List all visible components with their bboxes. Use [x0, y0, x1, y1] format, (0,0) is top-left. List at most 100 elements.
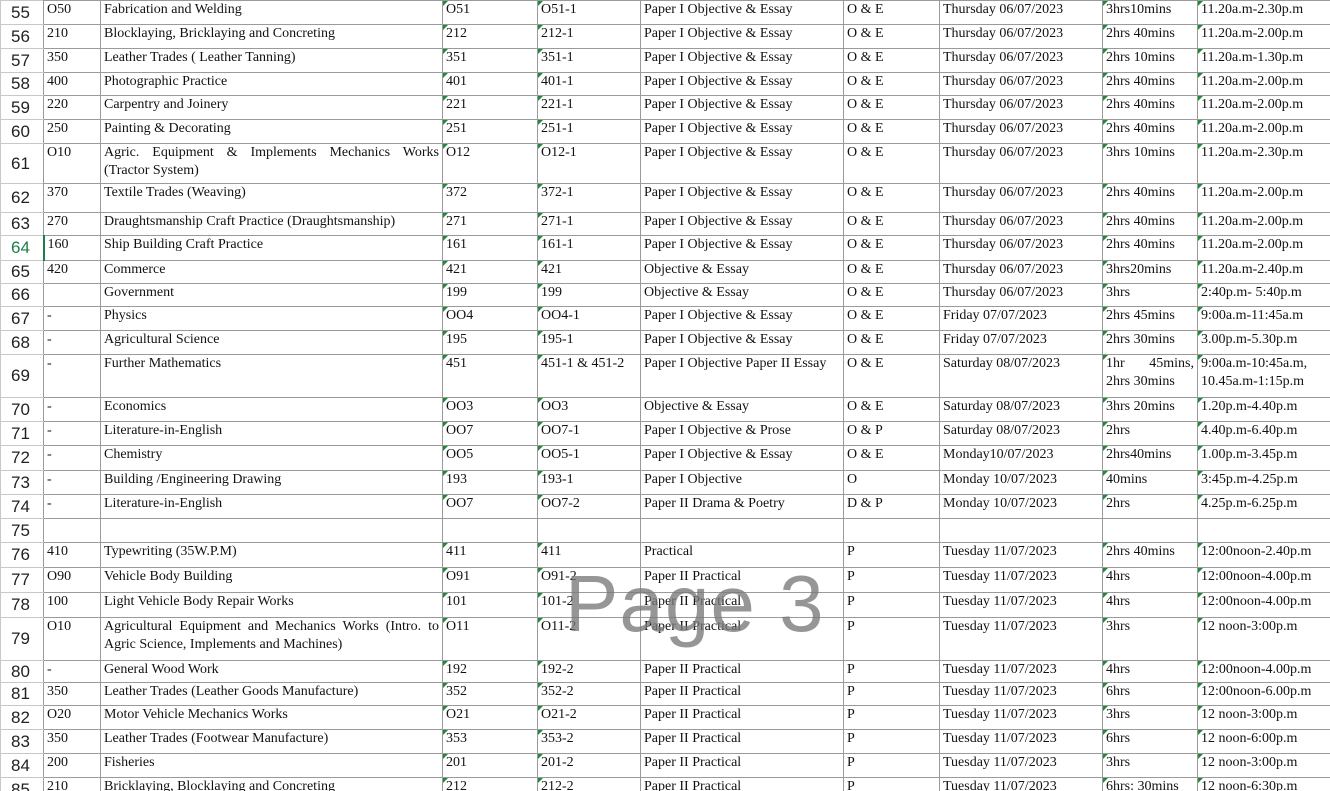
row-header[interactable]: 68 [0, 330, 44, 355]
paper-code-cell[interactable]: 372 [442, 183, 538, 213]
date-cell[interactable]: Tuesday 11/07/2023 [939, 592, 1103, 618]
duration-cell[interactable]: 2hrs 40mins [1102, 542, 1198, 568]
mode-cell[interactable]: O & E [843, 143, 940, 184]
row-header[interactable]: 69 [0, 354, 44, 398]
paper-type-cell[interactable] [640, 518, 844, 543]
paper-code-cell[interactable]: 221 [442, 95, 538, 120]
row-header[interactable]: 62 [0, 183, 44, 213]
time-cell[interactable]: 11.20a.m-2.00p.m [1197, 235, 1330, 261]
code-cell[interactable]: 220 [43, 95, 101, 120]
code-cell[interactable]: 350 [43, 682, 101, 706]
paper-type-cell[interactable]: Paper I Objective & Essay [640, 183, 844, 213]
code-cell[interactable]: - [43, 660, 101, 683]
paper-code-cell[interactable]: 352 [442, 682, 538, 706]
row-header[interactable]: 78 [0, 592, 44, 618]
paper-type-cell[interactable]: Paper I Objective & Essay [640, 330, 844, 355]
date-cell[interactable]: Tuesday 11/07/2023 [939, 753, 1103, 778]
paper-code-cell[interactable]: 401 [442, 72, 538, 96]
date-cell[interactable]: Thursday 06/07/2023 [939, 72, 1103, 96]
date-cell[interactable] [939, 518, 1103, 543]
code-cell[interactable] [43, 283, 101, 307]
duration-cell[interactable]: 4hrs [1102, 660, 1198, 683]
date-cell[interactable]: Friday 07/07/2023 [939, 330, 1103, 355]
duration-cell[interactable]: 40mins [1102, 470, 1198, 495]
duration-cell[interactable]: 2hrs 40mins [1102, 24, 1198, 49]
date-cell[interactable]: Thursday 06/07/2023 [939, 260, 1103, 284]
mode-cell[interactable]: P [843, 705, 940, 730]
subject-cell[interactable]: Economics [100, 397, 443, 422]
time-cell[interactable]: 11.20a.m-2.00p.m [1197, 24, 1330, 49]
duration-cell[interactable]: 2hrs 40mins [1102, 72, 1198, 96]
paper-number-cell[interactable]: 421 [537, 260, 641, 284]
paper-type-cell[interactable]: Paper I Objective & Essay [640, 143, 844, 184]
code-cell[interactable] [43, 518, 101, 543]
code-cell[interactable]: O90 [43, 567, 101, 593]
time-cell[interactable]: 12:00noon-6.00p.m [1197, 682, 1330, 706]
duration-cell[interactable]: 3hrs20mins [1102, 260, 1198, 284]
mode-cell[interactable]: P [843, 753, 940, 778]
code-cell[interactable]: 350 [43, 729, 101, 754]
row-header[interactable]: 84 [0, 753, 44, 778]
code-cell[interactable]: O20 [43, 705, 101, 730]
duration-cell[interactable] [1102, 518, 1198, 543]
date-cell[interactable]: Saturday 08/07/2023 [939, 354, 1103, 398]
paper-type-cell[interactable]: Paper II Practical [640, 753, 844, 778]
mode-cell[interactable]: O & E [843, 235, 940, 261]
code-cell[interactable]: O10 [43, 143, 101, 184]
mode-cell[interactable]: O & E [843, 445, 940, 471]
duration-cell[interactable]: 2hrs 40mins [1102, 119, 1198, 144]
duration-cell[interactable]: 2hrs 40mins [1102, 183, 1198, 213]
time-cell[interactable]: 1.00p.m-3.45p.m [1197, 445, 1330, 471]
paper-type-cell[interactable]: Paper II Practical [640, 617, 844, 661]
mode-cell[interactable]: O & E [843, 0, 940, 25]
mode-cell[interactable]: O & P [843, 421, 940, 446]
mode-cell[interactable]: P [843, 567, 940, 593]
time-cell[interactable]: 11.20a.m-1.30p.m [1197, 48, 1330, 73]
paper-type-cell[interactable]: Paper II Drama & Poetry [640, 494, 844, 519]
mode-cell[interactable]: O & E [843, 24, 940, 49]
mode-cell[interactable]: O & E [843, 72, 940, 96]
subject-cell[interactable]: Agric. Equipment & Implements Mechanics … [100, 143, 443, 184]
code-cell[interactable]: - [43, 354, 101, 398]
paper-type-cell[interactable]: Paper I Objective & Essay [640, 235, 844, 261]
subject-cell[interactable]: Literature-in-English [100, 494, 443, 519]
duration-cell[interactable]: 2hrs [1102, 494, 1198, 519]
row-header[interactable]: 81 [0, 682, 44, 706]
date-cell[interactable]: Tuesday 11/07/2023 [939, 660, 1103, 683]
paper-number-cell[interactable]: OO4-1 [537, 306, 641, 331]
time-cell[interactable]: 12:00noon-4.00p.m [1197, 567, 1330, 593]
row-header[interactable]: 72 [0, 445, 44, 471]
mode-cell[interactable]: O & E [843, 283, 940, 307]
subject-cell[interactable] [100, 518, 443, 543]
mode-cell[interactable]: O & E [843, 306, 940, 331]
paper-code-cell[interactable]: 251 [442, 119, 538, 144]
paper-type-cell[interactable]: Paper I Objective & Essay [640, 72, 844, 96]
mode-cell[interactable]: O & E [843, 95, 940, 120]
time-cell[interactable]: 12 noon-3:00p.m [1197, 705, 1330, 730]
mode-cell[interactable]: O & E [843, 330, 940, 355]
duration-cell[interactable]: 3hrs [1102, 753, 1198, 778]
row-header[interactable]: 82 [0, 705, 44, 730]
paper-type-cell[interactable]: Practical [640, 542, 844, 568]
mode-cell[interactable]: P [843, 542, 940, 568]
duration-cell[interactable]: 1hr 45mins, 2hrs 30mins [1102, 354, 1198, 398]
paper-code-cell[interactable]: 351 [442, 48, 538, 73]
time-cell[interactable]: 4.25p.m-6.25p.m [1197, 494, 1330, 519]
subject-cell[interactable]: Photographic Practice [100, 72, 443, 96]
paper-number-cell[interactable]: 401-1 [537, 72, 641, 96]
subject-cell[interactable]: Textile Trades (Weaving) [100, 183, 443, 213]
paper-number-cell[interactable]: 212-2 [537, 777, 641, 791]
subject-cell[interactable]: Building /Engineering Drawing [100, 470, 443, 495]
date-cell[interactable]: Tuesday 11/07/2023 [939, 567, 1103, 593]
subject-cell[interactable]: Agricultural Science [100, 330, 443, 355]
mode-cell[interactable]: P [843, 617, 940, 661]
paper-code-cell[interactable]: 161 [442, 235, 538, 261]
subject-cell[interactable]: Leather Trades ( Leather Tanning) [100, 48, 443, 73]
row-header[interactable]: 60 [0, 119, 44, 144]
time-cell[interactable]: 12:00noon-2.40p.m [1197, 542, 1330, 568]
mode-cell[interactable]: P [843, 682, 940, 706]
paper-number-cell[interactable]: 192-2 [537, 660, 641, 683]
paper-code-cell[interactable]: 411 [442, 542, 538, 568]
paper-type-cell[interactable]: Paper I Objective & Essay [640, 95, 844, 120]
mode-cell[interactable]: O & E [843, 354, 940, 398]
